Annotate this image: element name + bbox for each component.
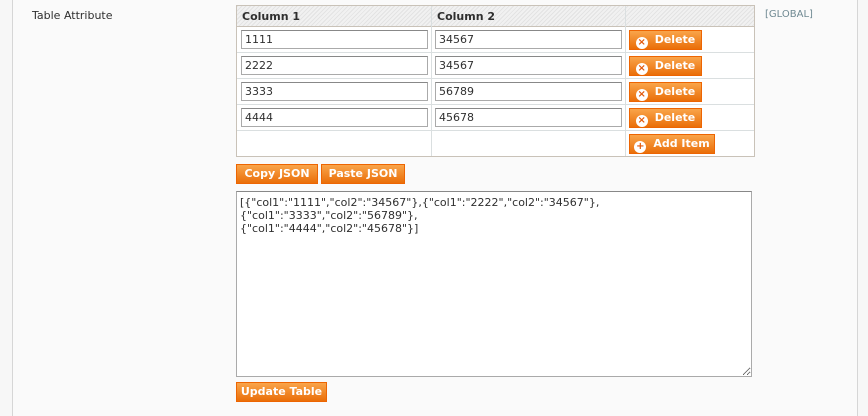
row-divider	[237, 104, 754, 105]
row-3-col2-input[interactable]	[435, 82, 622, 101]
row-1-col2-input[interactable]	[435, 30, 622, 49]
column-divider	[431, 6, 432, 156]
delete-icon: ×	[635, 63, 648, 75]
row-divider	[237, 52, 754, 53]
scope-label: [GLOBAL]	[765, 9, 813, 20]
add-item-button[interactable]: + Add Item	[629, 134, 715, 154]
delete-icon: ×	[635, 115, 648, 127]
paste-json-button[interactable]: Paste JSON	[321, 164, 405, 184]
delete-row-1-button[interactable]: × Delete	[629, 30, 702, 50]
row-2-col1-input[interactable]	[241, 56, 428, 75]
delete-row-2-button[interactable]: × Delete	[629, 56, 702, 76]
row-4-col2-input[interactable]	[435, 108, 622, 127]
row-divider	[237, 78, 754, 79]
row-4-col1-input[interactable]	[241, 108, 428, 127]
delete-icon: ×	[635, 89, 648, 101]
delete-row-3-button[interactable]: × Delete	[629, 82, 702, 102]
add-item-label: Add Item	[653, 137, 710, 150]
delete-label: Delete	[654, 33, 696, 46]
add-icon: +	[634, 141, 647, 153]
copy-json-button[interactable]: Copy JSON	[236, 164, 318, 184]
field-label: Table Attribute	[32, 9, 113, 22]
delete-label: Delete	[654, 59, 696, 72]
row-divider	[237, 130, 754, 131]
row-2-col2-input[interactable]	[435, 56, 622, 75]
row-3-col1-input[interactable]	[241, 82, 428, 101]
delete-label: Delete	[654, 111, 696, 124]
delete-row-4-button[interactable]: × Delete	[629, 108, 702, 128]
delete-icon: ×	[635, 37, 648, 49]
json-textarea[interactable]: [{"col1":"1111","col2":"34567"},{"col1":…	[236, 191, 752, 377]
row-1-col1-input[interactable]	[241, 30, 428, 49]
update-table-button[interactable]: Update Table	[236, 382, 327, 402]
delete-label: Delete	[654, 85, 696, 98]
table-grid: Column 1 Column 2 × Delete × Delete × Delet…	[236, 5, 755, 157]
column-header-1: Column 1	[242, 10, 301, 23]
column-header-2: Column 2	[437, 10, 496, 23]
column-divider	[625, 6, 626, 156]
